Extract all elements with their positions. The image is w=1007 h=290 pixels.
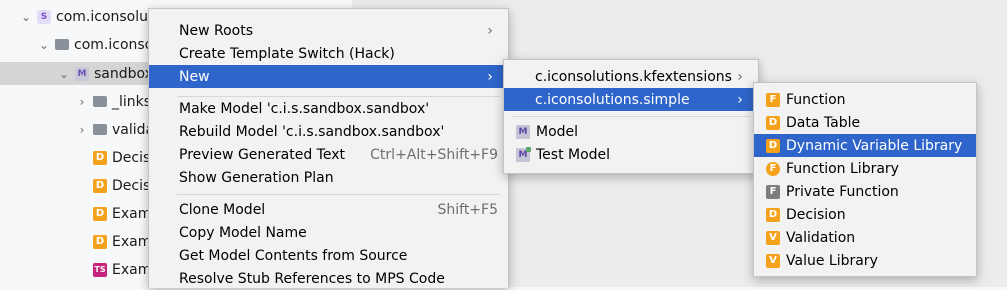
menu-item-label: Decision	[786, 206, 846, 223]
menu-item-label: Clone Model	[179, 201, 266, 218]
menu-item-label: Private Function	[786, 183, 899, 200]
menu-item-simple[interactable]: c.iconsolutions.simple ›	[504, 88, 758, 111]
menu-item-decision[interactable]: D Decision	[754, 203, 976, 226]
chevron-right-icon: ›	[737, 91, 743, 108]
menu-item-label: c.iconsolutions.kfextensions	[535, 68, 732, 85]
menu-item-validation[interactable]: V Validation	[754, 226, 976, 249]
menu-item-clone-model[interactable]: Clone Model Shift+F5	[149, 198, 508, 221]
new-submenu: c.iconsolutions.kfextensions › c.iconsol…	[503, 59, 759, 174]
dynamic-variable-library-icon: D	[766, 138, 780, 153]
decision-icon: D	[93, 150, 107, 165]
menu-item-label: Get Model Contents from Source	[179, 247, 408, 264]
menu-item-label: Rebuild Model 'c.i.s.sandbox.sandbox'	[179, 123, 445, 140]
menu-item-label: c.iconsolutions.simple	[535, 91, 690, 108]
menu-item-data-table[interactable]: D Data Table	[754, 111, 976, 134]
chevron-down-icon[interactable]: ⌄	[36, 38, 52, 52]
validation-icon: V	[766, 230, 780, 245]
menu-item-label: Data Table	[786, 114, 861, 131]
menu-item-label: Function	[786, 91, 846, 108]
menu-item-make-model[interactable]: Make Model 'c.i.s.sandbox.sandbox'	[149, 97, 508, 120]
test-suite-icon: TS	[93, 262, 107, 277]
menu-item-preview-generated-text[interactable]: Preview Generated Text Ctrl+Alt+Shift+F9	[149, 143, 508, 166]
private-function-icon: F	[766, 184, 780, 199]
menu-item-label: Model	[536, 123, 579, 140]
menu-item-label: Dynamic Variable Library	[786, 137, 963, 154]
test-model-icon: M	[516, 146, 531, 162]
simple-language-submenu: F Function D Data Table D Dynamic Variab…	[753, 82, 977, 277]
model-icon: M	[516, 124, 530, 139]
model-icon: M	[75, 66, 89, 81]
menu-item-shortcut: Shift+F5	[437, 201, 498, 218]
menu-separator	[512, 116, 750, 117]
menu-item-function[interactable]: F Function	[754, 88, 976, 111]
menu-item-new-roots[interactable]: New Roots ›	[149, 19, 508, 42]
folder-icon	[55, 39, 69, 50]
tree-row-label: sandbox	[94, 65, 153, 82]
menu-item-label: Make Model 'c.i.s.sandbox.sandbox'	[179, 100, 430, 117]
chevron-down-icon[interactable]: ⌄	[18, 10, 34, 24]
tree-row-label: _links	[112, 93, 152, 110]
menu-item-kfextensions[interactable]: c.iconsolutions.kfextensions ›	[504, 65, 758, 88]
menu-item-label: Show Generation Plan	[179, 169, 334, 186]
menu-item-label: Validation	[786, 229, 856, 246]
chevron-down-icon[interactable]: ⌄	[56, 67, 72, 81]
chevron-right-icon: ›	[737, 68, 743, 85]
decision-icon: D	[766, 207, 780, 222]
menu-item-label: Create Template Switch (Hack)	[179, 45, 395, 62]
function-library-icon: F	[766, 161, 780, 176]
decision-icon: D	[93, 178, 107, 193]
chevron-right-icon[interactable]: ›	[74, 95, 90, 109]
menu-item-rebuild-model[interactable]: Rebuild Model 'c.i.s.sandbox.sandbox'	[149, 120, 508, 143]
context-menu: New Roots › Create Template Switch (Hack…	[148, 8, 509, 288]
menu-item-label: New	[179, 68, 210, 85]
chevron-right-icon: ›	[487, 68, 493, 85]
decision-icon: D	[93, 206, 107, 221]
menu-separator	[177, 194, 500, 195]
menu-item-shortcut: Ctrl+Alt+Shift+F9	[370, 146, 498, 163]
menu-item-label: Function Library	[786, 160, 899, 177]
menu-item-copy-model-name[interactable]: Copy Model Name	[149, 221, 508, 244]
menu-item-function-library[interactable]: F Function Library	[754, 157, 976, 180]
data-table-icon: D	[766, 115, 780, 130]
folder-icon	[93, 124, 107, 135]
chevron-right-icon: ›	[487, 22, 493, 39]
menu-item-label: Resolve Stub References to MPS Code	[179, 270, 445, 287]
menu-item-label: Preview Generated Text	[179, 146, 345, 163]
function-icon: F	[766, 92, 780, 107]
menu-item-new[interactable]: New ›	[149, 65, 508, 88]
menu-item-get-model-contents[interactable]: Get Model Contents from Source	[149, 244, 508, 267]
menu-item-label: Value Library	[786, 252, 878, 269]
menu-item-show-generation-plan[interactable]: Show Generation Plan	[149, 166, 508, 189]
menu-item-test-model[interactable]: M Test Model	[504, 143, 758, 166]
menu-item-model[interactable]: M Model	[504, 120, 758, 143]
menu-item-dynamic-variable-library[interactable]: D Dynamic Variable Library	[754, 134, 976, 157]
menu-item-private-function[interactable]: F Private Function	[754, 180, 976, 203]
menu-item-value-library[interactable]: V Value Library	[754, 249, 976, 272]
value-library-icon: V	[766, 253, 780, 268]
menu-item-label: Copy Model Name	[179, 224, 307, 241]
solution-icon: S	[37, 9, 51, 24]
menu-item-create-template-switch[interactable]: Create Template Switch (Hack)	[149, 42, 508, 65]
menu-item-label: New Roots	[179, 22, 253, 39]
folder-icon	[93, 96, 107, 107]
decision-icon: D	[93, 234, 107, 249]
menu-item-label: Test Model	[536, 146, 611, 163]
chevron-right-icon[interactable]: ›	[74, 123, 90, 137]
